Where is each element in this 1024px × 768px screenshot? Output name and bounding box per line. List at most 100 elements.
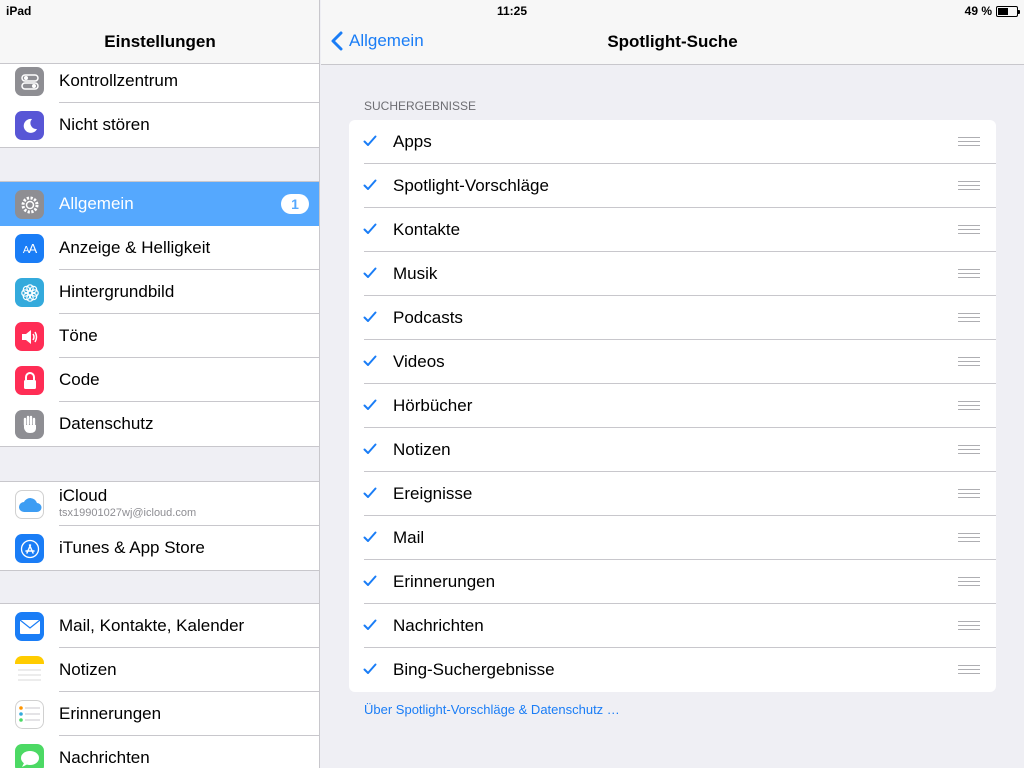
mail-icon bbox=[15, 612, 44, 641]
account-email: tsx19901027wj@icloud.com bbox=[59, 507, 197, 519]
reorder-handle-icon[interactable] bbox=[958, 621, 980, 631]
detail-pane: Allgemein Spotlight-Suche SUCHERGEBNISSE… bbox=[321, 0, 1024, 768]
checkmark-icon bbox=[363, 355, 377, 366]
sidebar-item-töne[interactable]: Töne bbox=[0, 314, 319, 358]
result-label: Kontakte bbox=[393, 220, 461, 239]
result-label: Spotlight-Vorschläge bbox=[393, 176, 549, 195]
sidebar-item-kontrollzentrum[interactable]: Kontrollzentrum bbox=[0, 59, 319, 103]
result-row[interactable]: Hörbücher bbox=[349, 384, 996, 428]
reorder-handle-icon[interactable] bbox=[958, 313, 980, 323]
flower-icon bbox=[15, 278, 44, 307]
reorder-handle-icon[interactable] bbox=[958, 533, 980, 543]
result-row[interactable]: Erinnerungen bbox=[349, 560, 996, 604]
sidebar-group-2: Allgemein 1 AA Anzeige & Helligkeit Hintergr… bbox=[0, 181, 319, 447]
sidebar-item-itunes-app-store[interactable]: iTunes & App Store bbox=[0, 526, 319, 570]
result-row[interactable]: Apps bbox=[349, 120, 996, 164]
messages-icon bbox=[15, 744, 44, 768]
reorder-handle-icon[interactable] bbox=[958, 665, 980, 675]
result-label: Notizen bbox=[393, 440, 451, 459]
control-center-icon bbox=[15, 67, 44, 96]
result-label: Musik bbox=[393, 264, 438, 283]
sidebar-item-label: Allgemein bbox=[59, 194, 134, 213]
sidebar-item-label: Erinnerungen bbox=[59, 704, 162, 723]
result-label: Bing-Suchergebnisse bbox=[393, 660, 555, 679]
back-label: Allgemein bbox=[349, 31, 424, 50]
status-bar: iPad 11:25 49 % bbox=[0, 0, 1024, 20]
reorder-handle-icon[interactable] bbox=[958, 357, 980, 367]
result-label: Videos bbox=[393, 352, 445, 371]
result-row[interactable]: Spotlight-Vorschläge bbox=[349, 164, 996, 208]
result-row[interactable]: Ereignisse bbox=[349, 472, 996, 516]
sidebar-item-hintergrundbild[interactable]: Hintergrundbild bbox=[0, 270, 319, 314]
reorder-handle-icon[interactable] bbox=[958, 401, 980, 411]
reminders-icon bbox=[15, 700, 44, 729]
reorder-handle-icon[interactable] bbox=[958, 489, 980, 499]
text-size-icon: AA bbox=[15, 234, 44, 263]
update-badge: 1 bbox=[281, 194, 309, 214]
sidebar-title: Einstellungen bbox=[104, 32, 216, 51]
app-store-icon bbox=[15, 534, 44, 563]
back-button[interactable]: Allgemein bbox=[331, 31, 424, 51]
search-results-list: Apps Spotlight-Vorschläge Kontakte Musik Pod… bbox=[349, 120, 996, 692]
battery-icon bbox=[996, 5, 1020, 17]
reorder-handle-icon[interactable] bbox=[958, 269, 980, 279]
lock-icon bbox=[15, 366, 44, 395]
sidebar-item-label: Kontrollzentrum bbox=[59, 71, 179, 90]
sidebar-item-label: Hintergrundbild bbox=[59, 282, 175, 301]
result-label: Podcasts bbox=[393, 308, 463, 327]
result-label: Hörbücher bbox=[393, 396, 473, 415]
sidebar-item-label: Notizen bbox=[59, 660, 117, 679]
checkmark-icon bbox=[363, 399, 377, 410]
reorder-handle-icon[interactable] bbox=[958, 225, 980, 235]
result-row[interactable]: Podcasts bbox=[349, 296, 996, 340]
result-row[interactable]: Mail bbox=[349, 516, 996, 560]
checkmark-icon bbox=[363, 619, 377, 630]
moon-icon bbox=[15, 111, 44, 140]
reorder-handle-icon[interactable] bbox=[958, 181, 980, 191]
reorder-handle-icon[interactable] bbox=[958, 445, 980, 455]
cloud-icon bbox=[15, 490, 44, 519]
sidebar-item-datenschutz[interactable]: Datenschutz bbox=[0, 402, 319, 446]
checkmark-icon bbox=[363, 663, 377, 674]
privacy-link[interactable]: Über Spotlight-Vorschläge & Datenschutz … bbox=[364, 702, 620, 717]
sidebar-item-label: Datenschutz bbox=[59, 414, 154, 433]
sidebar-item-label: Nicht stören bbox=[59, 115, 150, 134]
result-row[interactable]: Bing-Suchergebnisse bbox=[349, 648, 996, 692]
result-label: Apps bbox=[393, 132, 432, 151]
battery-indicator: 49 % bbox=[965, 4, 1020, 18]
checkmark-icon bbox=[363, 575, 377, 586]
hand-icon bbox=[15, 410, 44, 439]
result-row[interactable]: Nachrichten bbox=[349, 604, 996, 648]
sidebar-item-label: Anzeige & Helligkeit bbox=[59, 238, 211, 257]
notes-icon bbox=[15, 656, 44, 685]
checkmark-icon bbox=[363, 135, 377, 146]
settings-sidebar: Einstellungen Kontrollzentrum Nicht störe… bbox=[0, 0, 320, 768]
checkmark-icon bbox=[363, 487, 377, 498]
result-label: Nachrichten bbox=[393, 616, 484, 635]
reorder-handle-icon[interactable] bbox=[958, 577, 980, 587]
result-label: Ereignisse bbox=[393, 484, 473, 503]
checkmark-icon bbox=[363, 267, 377, 278]
result-row[interactable]: Videos bbox=[349, 340, 996, 384]
sidebar-group-1: Kontrollzentrum Nicht stören bbox=[0, 58, 319, 148]
sidebar-item-erinnerungen[interactable]: Erinnerungen bbox=[0, 692, 319, 736]
sidebar-item-mail-kontakte-kalender[interactable]: Mail, Kontakte, Kalender bbox=[0, 604, 319, 648]
result-row[interactable]: Kontakte bbox=[349, 208, 996, 252]
sidebar-item-label: iCloud bbox=[59, 486, 108, 505]
sidebar-item-allgemein[interactable]: Allgemein 1 bbox=[0, 182, 319, 226]
sidebar-item-icloud[interactable]: iCloud tsx19901027wj@icloud.com bbox=[0, 482, 319, 526]
sidebar-item-label: Töne bbox=[59, 326, 98, 345]
sidebar-item-nicht-stören[interactable]: Nicht stören bbox=[0, 103, 319, 147]
reorder-handle-icon[interactable] bbox=[958, 137, 980, 147]
result-row[interactable]: Musik bbox=[349, 252, 996, 296]
sidebar-item-code[interactable]: Code bbox=[0, 358, 319, 402]
sidebar-item-anzeige-helligkeit[interactable]: AA Anzeige & Helligkeit bbox=[0, 226, 319, 270]
checkmark-icon bbox=[363, 179, 377, 190]
checkmark-icon bbox=[363, 443, 377, 454]
sidebar-item-nachrichten[interactable]: Nachrichten bbox=[0, 736, 319, 768]
sidebar-group-4: Mail, Kontakte, Kalender Notizen Erinnerun… bbox=[0, 603, 319, 768]
sidebar-item-notizen[interactable]: Notizen bbox=[0, 648, 319, 692]
result-row[interactable]: Notizen bbox=[349, 428, 996, 472]
sidebar-item-label: Mail, Kontakte, Kalender bbox=[59, 616, 245, 635]
sidebar-group-3: iCloud tsx19901027wj@icloud.com iTunes & A… bbox=[0, 481, 319, 571]
